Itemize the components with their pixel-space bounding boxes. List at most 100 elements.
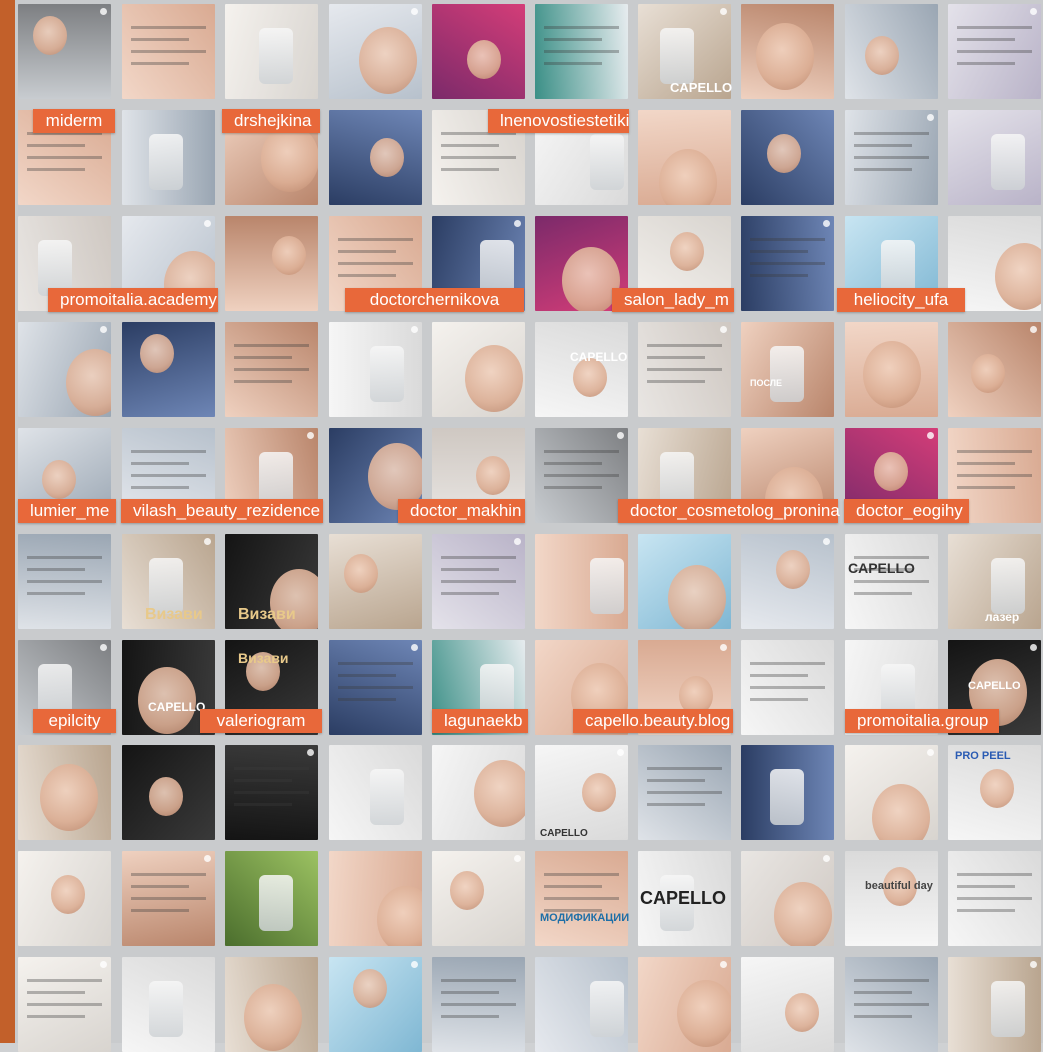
photo-tile[interactable]	[122, 957, 215, 1052]
person-figure	[874, 452, 908, 492]
account-label-drshejkina[interactable]: drshejkina	[222, 109, 320, 133]
photo-tile[interactable]	[741, 4, 834, 99]
photo-tile[interactable]	[225, 851, 318, 946]
photo-tile[interactable]	[225, 745, 318, 840]
photo-tile[interactable]	[18, 851, 111, 946]
photo-tile[interactable]	[18, 534, 111, 629]
photo-tile[interactable]	[329, 851, 422, 946]
photo-tile[interactable]	[948, 851, 1041, 946]
person-figure	[359, 27, 417, 94]
photo-tile[interactable]	[432, 534, 525, 629]
photo-tile[interactable]	[741, 110, 834, 205]
text-line-placeholder	[234, 380, 292, 383]
photo-tile[interactable]	[225, 4, 318, 99]
account-label-doctor-cosmetolog-pronina[interactable]: doctor_cosmetolog_pronina	[618, 499, 840, 523]
photo-tile[interactable]	[225, 216, 318, 311]
photo-tile[interactable]	[122, 110, 215, 205]
photo-tile[interactable]	[535, 322, 628, 417]
photo-tile[interactable]	[535, 745, 628, 840]
device-shape	[259, 28, 293, 84]
account-label-doctor-eogihy[interactable]: doctor_eogihy	[844, 499, 969, 523]
photo-tile[interactable]	[948, 110, 1041, 205]
photo-tile[interactable]	[329, 322, 422, 417]
photo-tile[interactable]	[845, 534, 938, 629]
photo-tile[interactable]	[329, 745, 422, 840]
photo-tile[interactable]	[535, 851, 628, 946]
photo-tile[interactable]	[741, 640, 834, 735]
photo-tile[interactable]	[122, 4, 215, 99]
text-line-placeholder	[27, 568, 85, 571]
text-line-placeholder	[338, 662, 413, 665]
photo-tile[interactable]	[948, 4, 1041, 99]
photo-tile[interactable]	[535, 428, 628, 523]
account-label-doctor-makhin[interactable]: doctor_makhin	[398, 499, 525, 523]
account-label-promoitalia-academy[interactable]: promoitalia.academy	[48, 288, 218, 312]
photo-tile[interactable]	[122, 745, 215, 840]
photo-tile[interactable]	[18, 745, 111, 840]
account-label-doctorchernikova[interactable]: doctorchernikova	[345, 288, 524, 312]
account-label-lumier-me[interactable]: lumier_me	[18, 499, 116, 523]
photo-tile[interactable]	[741, 745, 834, 840]
photo-tile[interactable]	[845, 110, 938, 205]
person-figure	[42, 460, 76, 500]
text-line-placeholder	[441, 556, 516, 559]
photo-image	[18, 4, 111, 99]
photo-tile[interactable]	[432, 851, 525, 946]
text-line-placeholder	[544, 897, 619, 900]
photo-tile[interactable]	[638, 534, 731, 629]
photo-tile[interactable]	[741, 957, 834, 1052]
photo-tile[interactable]	[741, 322, 834, 417]
photo-tile[interactable]	[225, 322, 318, 417]
account-label-lagunaekb[interactable]: lagunaekb	[432, 709, 528, 733]
photo-tile[interactable]	[18, 957, 111, 1052]
photo-tile[interactable]	[122, 322, 215, 417]
account-label-vilash-beauty-rezidence[interactable]: vilash_beauty_rezidence	[121, 499, 323, 523]
account-label-epilcity[interactable]: epilcity	[33, 709, 116, 733]
photo-tile[interactable]	[18, 4, 111, 99]
text-line-placeholder	[957, 38, 1015, 41]
photo-tile[interactable]	[638, 322, 731, 417]
photo-tile[interactable]	[845, 322, 938, 417]
photo-tile[interactable]	[741, 851, 834, 946]
photo-tile[interactable]	[845, 745, 938, 840]
account-label-lnenovostiestetiki[interactable]: lnenovostiestetiki	[488, 109, 629, 133]
text-line-placeholder	[750, 262, 825, 265]
account-label-miderm[interactable]: miderm	[33, 109, 115, 133]
photo-tile[interactable]	[329, 957, 422, 1052]
photo-tile[interactable]	[638, 745, 731, 840]
photo-tile[interactable]	[845, 957, 938, 1052]
account-label-promoitalia-group[interactable]: promoitalia.group	[845, 709, 999, 733]
photo-tile[interactable]	[225, 957, 318, 1052]
photo-tile[interactable]	[535, 4, 628, 99]
text-line-placeholder	[957, 873, 1032, 876]
photo-tile[interactable]	[948, 957, 1041, 1052]
photo-tile[interactable]	[741, 216, 834, 311]
multi-photo-icon	[927, 114, 934, 121]
photo-tile[interactable]	[432, 4, 525, 99]
text-line-placeholder	[131, 62, 189, 65]
photo-tile[interactable]	[329, 640, 422, 735]
photo-tile[interactable]	[122, 851, 215, 946]
account-label-heliocity-ufa[interactable]: heliocity_ufa	[837, 288, 965, 312]
pro-peel-text: PRO PEEL	[955, 750, 1011, 762]
photo-tile[interactable]	[535, 957, 628, 1052]
photo-tile[interactable]	[638, 110, 731, 205]
photo-tile[interactable]	[535, 534, 628, 629]
photo-tile[interactable]	[329, 534, 422, 629]
account-label-salon-lady-m[interactable]: salon_lady_m	[612, 288, 734, 312]
photo-tile[interactable]	[948, 322, 1041, 417]
photo-tile[interactable]	[638, 957, 731, 1052]
photo-tile[interactable]	[845, 4, 938, 99]
photo-tile[interactable]	[432, 957, 525, 1052]
photo-tile[interactable]	[741, 534, 834, 629]
capello-device-text: CAPELLO	[570, 350, 628, 364]
account-label-valeriogram[interactable]: valeriogram	[200, 709, 322, 733]
account-label-capello-beauty-blog[interactable]: capello.beauty.blog	[573, 709, 733, 733]
text-line-placeholder	[957, 897, 1032, 900]
photo-tile[interactable]	[432, 322, 525, 417]
photo-tile[interactable]	[432, 745, 525, 840]
photo-tile[interactable]	[18, 322, 111, 417]
photo-tile[interactable]	[329, 4, 422, 99]
photo-tile[interactable]	[845, 851, 938, 946]
photo-tile[interactable]	[329, 110, 422, 205]
